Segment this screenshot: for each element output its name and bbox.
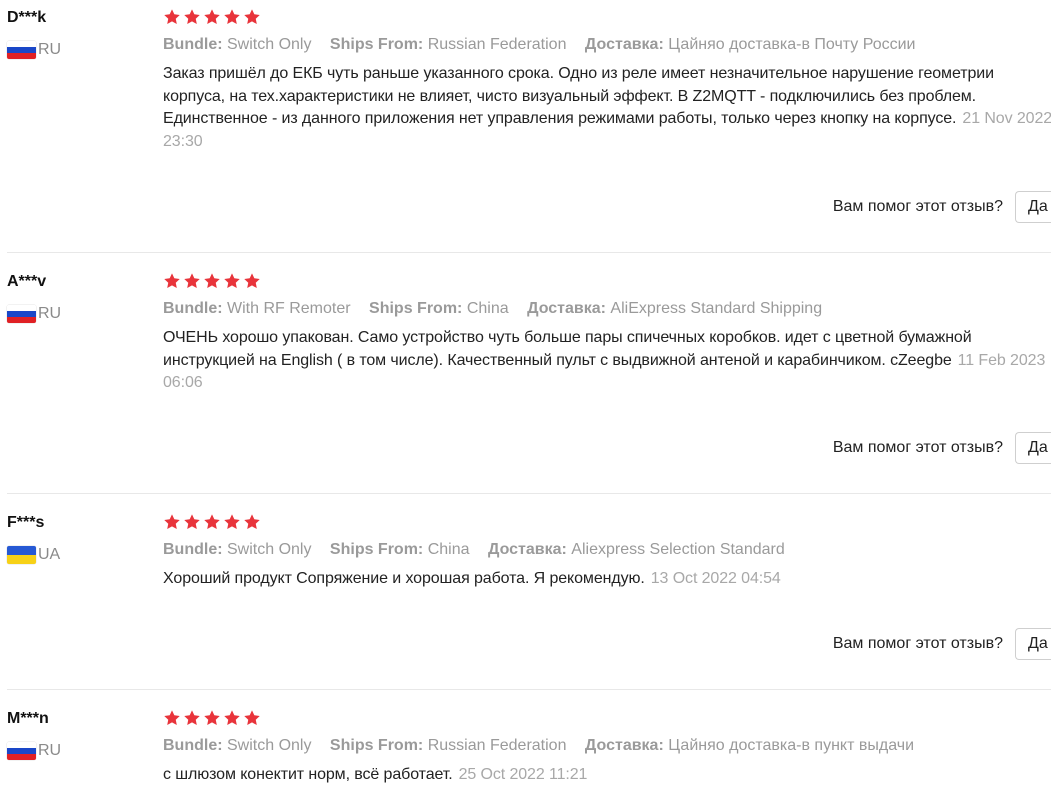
ru-flag-icon xyxy=(7,41,36,59)
star-icon xyxy=(203,8,221,26)
country-code: RU xyxy=(38,305,62,322)
review-divider xyxy=(7,493,1051,494)
helpful-prompt: Вам помог этот отзыв? Да xyxy=(833,627,1051,661)
review-date: 25 Oct 2022 11:21 xyxy=(458,766,588,783)
review-body: Хороший продукт Сопряжение и хорошая раб… xyxy=(163,570,645,587)
reviewer-name: A***v xyxy=(7,273,47,290)
ships-from-value: Russian Federation xyxy=(427,36,567,53)
star-icon xyxy=(163,513,181,531)
bundle-label: Bundle: xyxy=(163,541,223,558)
reviews-list: D***k RU Bundle: Switch Only Ships From:… xyxy=(0,0,1051,796)
star-icon xyxy=(203,272,221,290)
delivery-label: Доставка: xyxy=(527,300,606,317)
review-content: Bundle: Switch Only Ships From: Russian … xyxy=(163,8,1051,153)
review-content: Bundle: Switch Only Ships From: Russian … xyxy=(163,709,1051,787)
star-icon xyxy=(243,513,261,531)
star-icon xyxy=(223,709,241,727)
review-meta: Bundle: Switch Only Ships From: Russian … xyxy=(163,736,1051,756)
star-icon xyxy=(163,272,181,290)
helpful-question: Вам помог этот отзыв? xyxy=(832,439,1003,456)
helpful-question: Вам помог этот отзыв? xyxy=(832,198,1003,215)
delivery-value: Цайняо доставка-в пункт выдачи xyxy=(668,737,915,754)
review-text: ОЧЕНЬ хорошо упакован. Само устройство ч… xyxy=(163,327,1051,395)
star-icon xyxy=(223,513,241,531)
star-rating xyxy=(163,271,1051,291)
review-body: с шлюзом конектит норм, всё работает. xyxy=(163,766,453,783)
country-code: RU xyxy=(38,41,62,58)
star-icon xyxy=(183,272,201,290)
reviewer: A***v RU xyxy=(7,272,147,324)
ships-from-value: China xyxy=(466,300,509,317)
star-icon xyxy=(163,8,181,26)
reviewer: D***k RU xyxy=(7,8,147,60)
review-meta: Bundle: Switch Only Ships From: Russian … xyxy=(163,35,1051,55)
review-text: Заказ пришёл до ЕКБ чуть раньше указанно… xyxy=(163,63,1051,153)
star-rating xyxy=(163,708,1051,728)
review-divider xyxy=(7,252,1051,253)
bundle-label: Bundle: xyxy=(163,300,223,317)
ru-flag-icon xyxy=(7,305,36,323)
reviewer-name: F***s xyxy=(7,514,45,531)
bundle-value: With RF Remoter xyxy=(227,300,351,317)
star-icon xyxy=(183,8,201,26)
delivery-value: Цайняо доставка-в Почту России xyxy=(668,36,916,53)
review-divider xyxy=(7,689,1051,690)
ships-from-label: Ships From: xyxy=(329,36,424,53)
bundle-value: Switch Only xyxy=(227,541,312,558)
star-rating xyxy=(163,512,1051,532)
ua-flag-icon xyxy=(7,546,36,564)
country-code: RU xyxy=(38,742,62,759)
review-text: Хороший продукт Сопряжение и хорошая раб… xyxy=(163,568,1051,591)
star-icon xyxy=(223,272,241,290)
helpful-prompt: Вам помог этот отзыв? Да xyxy=(833,190,1051,224)
helpful-yes-button[interactable]: Да xyxy=(1015,628,1051,660)
delivery-value: AliExpress Standard Shipping xyxy=(610,300,823,317)
star-icon xyxy=(183,709,201,727)
helpful-prompt: Вам помог этот отзыв? Да xyxy=(833,431,1051,465)
reviewer-country: UA xyxy=(7,545,147,565)
bundle-label: Bundle: xyxy=(163,737,223,754)
reviewer-country: RU xyxy=(7,304,147,324)
delivery-label: Доставка: xyxy=(487,541,567,558)
helpful-yes-button[interactable]: Да xyxy=(1015,432,1051,464)
bundle-value: Switch Only xyxy=(227,36,312,53)
review-date: 13 Oct 2022 04:54 xyxy=(650,570,781,587)
star-icon xyxy=(243,272,261,290)
star-icon xyxy=(243,8,261,26)
ships-from-label: Ships From: xyxy=(329,737,424,754)
country-code: UA xyxy=(38,546,61,563)
star-icon xyxy=(243,709,261,727)
review-meta: Bundle: With RF Remoter Ships From: Chin… xyxy=(163,299,1051,319)
review-body: ОЧЕНЬ хорошо упакован. Само устройство ч… xyxy=(163,329,972,369)
star-icon xyxy=(223,8,241,26)
reviewer: M***n RU xyxy=(7,709,147,761)
delivery-value: Aliexpress Selection Standard xyxy=(571,541,785,558)
reviewer-name: M***n xyxy=(7,710,49,727)
review-content: Bundle: Switch Only Ships From: China До… xyxy=(163,513,1051,591)
star-icon xyxy=(203,513,221,531)
star-icon xyxy=(203,709,221,727)
reviewer-country: RU xyxy=(7,741,147,761)
star-icon xyxy=(163,709,181,727)
helpful-question: Вам помог этот отзыв? xyxy=(832,635,1003,652)
reviewer-country: RU xyxy=(7,40,147,60)
bundle-label: Bundle: xyxy=(163,36,223,53)
helpful-yes-button[interactable]: Да xyxy=(1015,191,1051,223)
delivery-label: Доставка: xyxy=(584,36,664,53)
ru-flag-icon xyxy=(7,742,36,760)
star-icon xyxy=(183,513,201,531)
bundle-value: Switch Only xyxy=(227,737,312,754)
review-body: Заказ пришёл до ЕКБ чуть раньше указанно… xyxy=(163,65,994,127)
review-meta: Bundle: Switch Only Ships From: China До… xyxy=(163,540,1051,560)
ships-from-value: China xyxy=(427,541,470,558)
star-rating xyxy=(163,7,1051,27)
reviewer-name: D***k xyxy=(7,9,47,26)
ships-from-label: Ships From: xyxy=(369,300,463,317)
ships-from-label: Ships From: xyxy=(329,541,424,558)
delivery-label: Доставка: xyxy=(584,737,664,754)
ships-from-value: Russian Federation xyxy=(427,737,567,754)
review-content: Bundle: With RF Remoter Ships From: Chin… xyxy=(163,272,1051,395)
reviewer: F***s UA xyxy=(7,513,147,565)
review-text: с шлюзом конектит норм, всё работает. 25 … xyxy=(163,764,1051,787)
